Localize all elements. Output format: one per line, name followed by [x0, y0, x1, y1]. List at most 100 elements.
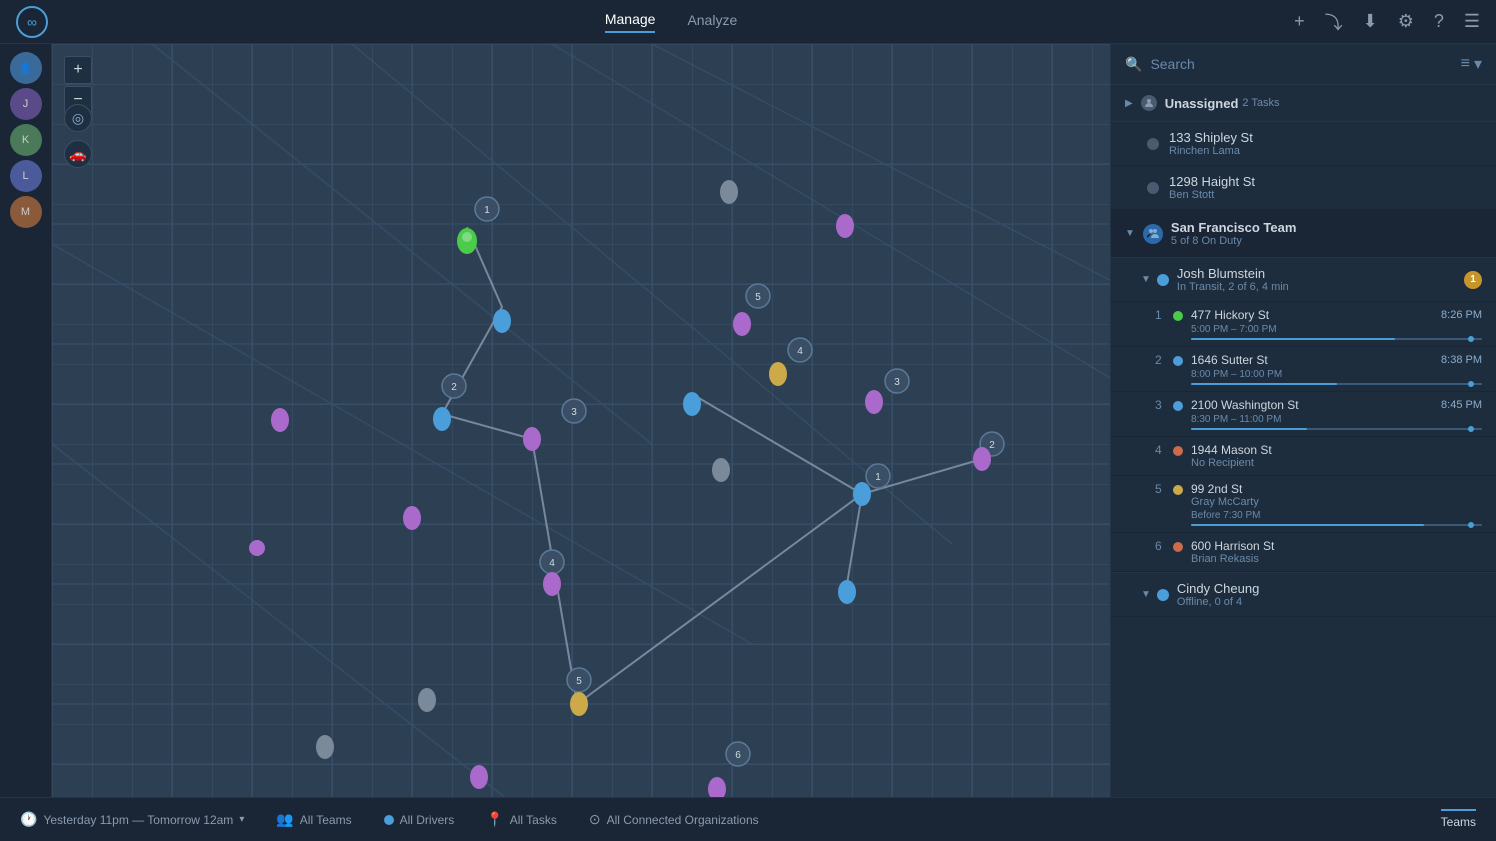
- stop-person: Brian Rekasis: [1191, 553, 1482, 565]
- teams-icon: 👥: [276, 811, 293, 828]
- orgs-icon: ⊙: [589, 811, 601, 828]
- stop-number: 6: [1155, 539, 1169, 553]
- main-content: 👤 J K L M: [0, 44, 1496, 797]
- task-pin: [1147, 138, 1159, 150]
- task-row[interactable]: 133 Shipley St Rinchen Lama: [1111, 122, 1496, 166]
- stop-window: Before 7:30 PM: [1191, 510, 1482, 521]
- team-icon: [1143, 224, 1163, 244]
- add-icon[interactable]: +: [1294, 11, 1305, 32]
- search-input[interactable]: [1150, 56, 1452, 72]
- driver-status: Offline, 0 of 4: [1177, 596, 1482, 608]
- stop-row-5[interactable]: 5 99 2nd St Gray McCarty Before 7:30 PM: [1111, 476, 1496, 533]
- task-row[interactable]: 1298 Haight St Ben Stott: [1111, 166, 1496, 210]
- stop-number: 2: [1155, 353, 1169, 367]
- svg-text:3: 3: [894, 377, 900, 388]
- team-title: San Francisco Team: [1171, 220, 1482, 235]
- left-sidebar: 👤 J K L M: [0, 44, 52, 797]
- view-toggle-button[interactable]: ≡ ▾: [1461, 54, 1482, 74]
- time-chevron-icon: ▾: [239, 814, 244, 825]
- map-area[interactable]: 1 2 3 4 5 5 6 1 2 3 4: [52, 44, 1110, 797]
- help-icon[interactable]: ?: [1434, 11, 1444, 32]
- settings-icon[interactable]: ⚙: [1398, 11, 1414, 32]
- stop-row-1[interactable]: 1 477 Hickory St 8:26 PM 5:00 PM – 7:00 …: [1111, 302, 1496, 347]
- stop-bar-fill: [1191, 524, 1424, 526]
- nav-manage[interactable]: Manage: [605, 11, 656, 33]
- stop-row-6[interactable]: 6 600 Harrison St Brian Rekasis: [1111, 533, 1496, 572]
- stop-row-4[interactable]: 4 1944 Mason St No Recipient: [1111, 437, 1496, 476]
- stop-address: 1944 Mason St: [1191, 443, 1272, 457]
- list-icon: ≡: [1461, 55, 1470, 73]
- unassigned-section-header[interactable]: ▶ Unassigned 2 Tasks: [1111, 85, 1496, 122]
- team-section-header[interactable]: ▼ San Francisco Team 5 of 8 On Duty: [1111, 210, 1496, 258]
- driver-status: In Transit, 2 of 6, 4 min: [1177, 281, 1464, 293]
- svg-text:5: 5: [576, 676, 582, 687]
- avatar-4[interactable]: M: [10, 196, 42, 228]
- stop-bar-fill: [1191, 428, 1307, 430]
- stop-details: 600 Harrison St Brian Rekasis: [1191, 539, 1482, 565]
- stop-number: 3: [1155, 398, 1169, 412]
- svg-text:1: 1: [875, 472, 881, 483]
- stop-address: 600 Harrison St: [1191, 539, 1274, 553]
- stop-details: 1646 Sutter St 8:38 PM 8:00 PM – 10:00 P…: [1191, 353, 1482, 385]
- drivers-label: All Drivers: [400, 813, 455, 827]
- layers-button[interactable]: 🚗: [64, 140, 92, 168]
- stop-dot: [1173, 401, 1183, 411]
- stop-bar-dot: [1468, 522, 1474, 528]
- driver-row-cindy[interactable]: ▼ Cindy Cheung Offline, 0 of 4: [1111, 573, 1496, 617]
- time-range-control[interactable]: 🕐 Yesterday 11pm — Tomorrow 12am ▾: [20, 811, 244, 828]
- map-side-controls: ◎ 🚗: [64, 104, 92, 168]
- orgs-filter[interactable]: ⊙ All Connected Organizations: [589, 811, 759, 828]
- stop-address: 99 2nd St: [1191, 482, 1242, 496]
- bottom-bar: 🕐 Yesterday 11pm — Tomorrow 12am ▾ 👥 All…: [0, 797, 1496, 841]
- nav-right: + ⤵ ⬇ ⚙ ? ☰: [1294, 9, 1480, 35]
- stop-details: 99 2nd St Gray McCarty Before 7:30 PM: [1191, 482, 1482, 526]
- zoom-in-button[interactable]: +: [64, 56, 92, 84]
- teams-tab[interactable]: Teams: [1441, 809, 1476, 831]
- task-person: Ben Stott: [1169, 189, 1482, 201]
- app-logo[interactable]: ∞: [16, 6, 48, 38]
- driver-row-josh[interactable]: ▼ Josh Blumstein In Transit, 2 of 6, 4 m…: [1111, 258, 1496, 302]
- nav-center: Manage Analyze: [605, 11, 737, 33]
- tasks-filter[interactable]: 📍 All Tasks: [486, 811, 557, 828]
- clock-icon: 🕐: [20, 811, 37, 828]
- map-background: 1 2 3 4 5 5 6 1 2 3 4: [52, 44, 1110, 797]
- task-person: Rinchen Lama: [1169, 145, 1482, 157]
- stop-row-3[interactable]: 3 2100 Washington St 8:45 PM 8:30 PM – 1…: [1111, 392, 1496, 437]
- stop-bar-fill: [1191, 338, 1395, 340]
- nav-analyze[interactable]: Analyze: [687, 12, 737, 32]
- nav-left: ∞: [16, 6, 48, 38]
- stop-number: 1: [1155, 308, 1169, 322]
- avatar-3[interactable]: L: [10, 160, 42, 192]
- download-icon[interactable]: ⬇: [1363, 11, 1378, 32]
- svg-text:2: 2: [451, 382, 457, 393]
- stop-dot: [1173, 446, 1183, 456]
- tasks-label: All Tasks: [510, 813, 557, 827]
- time-range-label: Yesterday 11pm — Tomorrow 12am: [43, 813, 233, 827]
- user-icon[interactable]: ☰: [1464, 11, 1480, 32]
- locate-button[interactable]: ◎: [64, 104, 92, 132]
- team-chevron: ▼: [1125, 228, 1135, 239]
- search-bar: 🔍 ≡ ▾: [1111, 44, 1496, 85]
- driver-name: Josh Blumstein: [1177, 266, 1464, 281]
- driver-status-dot: [1157, 589, 1169, 601]
- stop-time: 8:26 PM: [1441, 309, 1482, 321]
- unassigned-subtitle: 2 Tasks: [1242, 97, 1279, 109]
- avatar-2[interactable]: K: [10, 124, 42, 156]
- stop-address: 1646 Sutter St: [1191, 353, 1268, 367]
- top-nav: ∞ Manage Analyze + ⤵ ⬇ ⚙ ? ☰: [0, 0, 1496, 44]
- svg-text:6: 6: [735, 750, 741, 761]
- stop-row-2[interactable]: 2 1646 Sutter St 8:38 PM 8:00 PM – 10:00…: [1111, 347, 1496, 392]
- stop-number: 4: [1155, 443, 1169, 457]
- import-icon[interactable]: ⤵: [1325, 9, 1343, 35]
- stop-person: Gray McCarty: [1191, 496, 1482, 508]
- avatar-1[interactable]: J: [10, 88, 42, 120]
- teams-filter[interactable]: 👥 All Teams: [276, 811, 351, 828]
- drivers-filter[interactable]: All Drivers: [384, 813, 455, 827]
- avatar-main[interactable]: 👤: [10, 52, 42, 84]
- drivers-dot: [384, 815, 394, 825]
- stop-details: 2100 Washington St 8:45 PM 8:30 PM – 11:…: [1191, 398, 1482, 430]
- stop-window: 5:00 PM – 7:00 PM: [1191, 324, 1482, 335]
- stop-dot: [1173, 542, 1183, 552]
- unassigned-icon: [1141, 95, 1157, 111]
- team-subtitle: 5 of 8 On Duty: [1171, 235, 1482, 247]
